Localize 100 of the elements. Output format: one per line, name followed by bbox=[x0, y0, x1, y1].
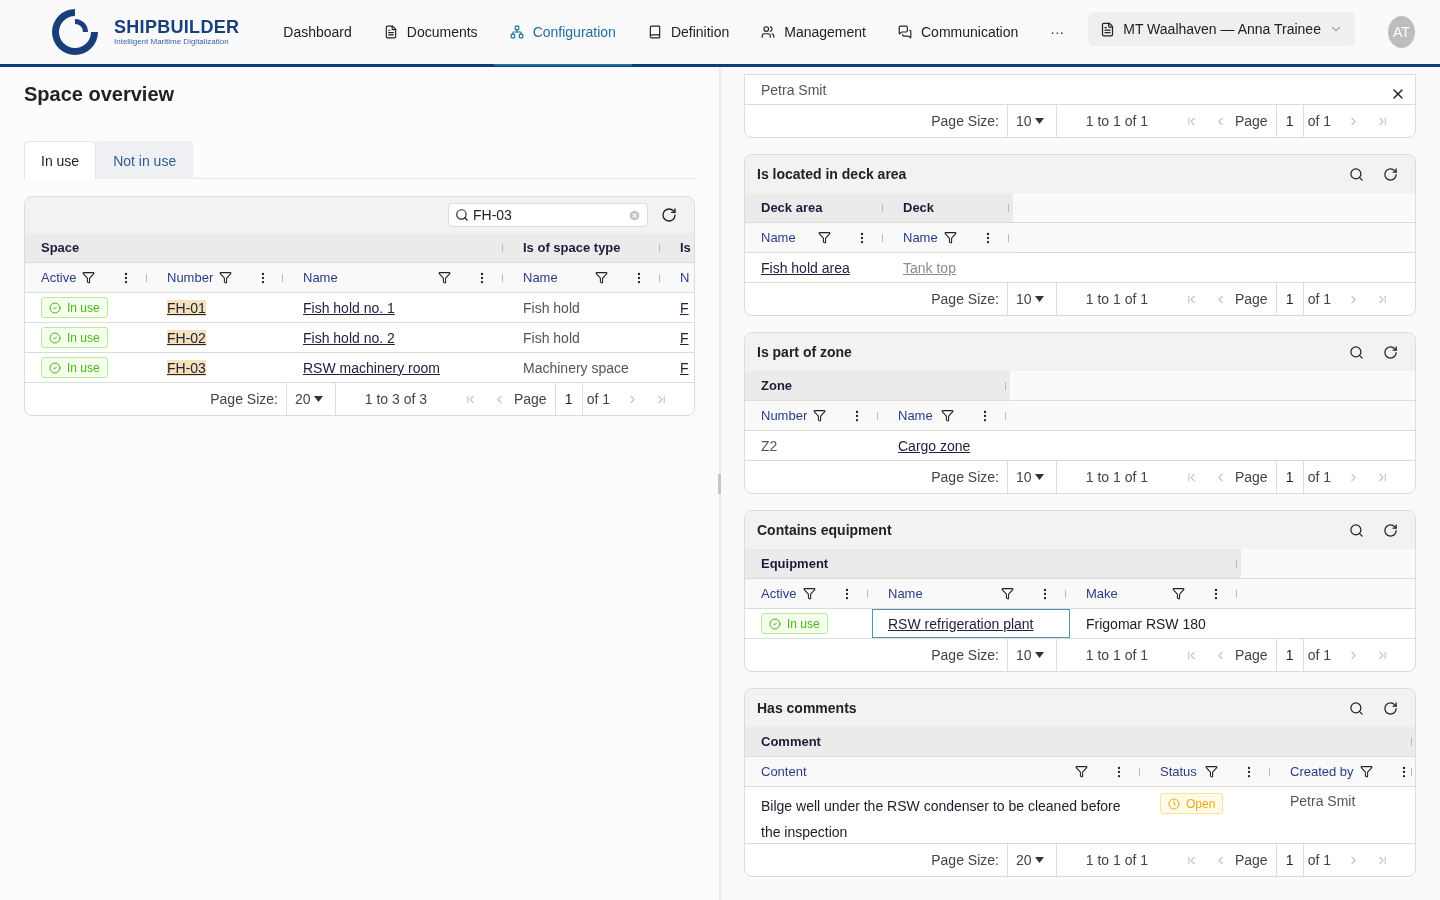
column-header[interactable]: Active bbox=[41, 270, 77, 285]
more-menu[interactable]: ··· bbox=[1034, 0, 1089, 64]
page-field[interactable]: 1 bbox=[554, 383, 583, 415]
page-size-label: Page Size: bbox=[931, 290, 999, 309]
filter-icon[interactable] bbox=[818, 231, 831, 244]
page-size-label: Page Size: bbox=[931, 112, 999, 131]
caret-icon bbox=[1034, 474, 1044, 480]
tab[interactable]: In use bbox=[24, 141, 97, 179]
tab[interactable]: Not in use bbox=[96, 141, 194, 179]
page-field[interactable]: 1 bbox=[1275, 461, 1304, 493]
caret-icon bbox=[1034, 857, 1044, 863]
filter-icon[interactable] bbox=[1075, 765, 1088, 778]
logo-icon bbox=[50, 7, 100, 57]
search-icon[interactable] bbox=[1348, 166, 1364, 182]
name-link[interactable]: RSW refrigeration plant bbox=[888, 615, 1034, 632]
filter-icon[interactable] bbox=[595, 271, 608, 284]
chat-icon bbox=[898, 25, 912, 39]
context-selector[interactable]: MT Waalhaven — Anna Trainee bbox=[1088, 12, 1355, 46]
status-badge: In use bbox=[41, 357, 108, 378]
filter-icon[interactable] bbox=[941, 409, 954, 422]
filter-icon[interactable] bbox=[1001, 587, 1014, 600]
search-icon[interactable] bbox=[1348, 700, 1364, 716]
column-header[interactable]: Number bbox=[761, 408, 808, 423]
filter-icon[interactable] bbox=[82, 271, 96, 284]
filter-icon[interactable] bbox=[1359, 765, 1373, 778]
column-header[interactable]: Name bbox=[898, 408, 933, 423]
book-icon bbox=[647, 25, 662, 39]
status-badge: In use bbox=[41, 327, 108, 348]
brand-name: SHIPBUILDER bbox=[114, 17, 240, 37]
focused-cell[interactable]: RSW refrigeration plant bbox=[872, 609, 1070, 638]
clock-icon bbox=[1168, 797, 1180, 810]
page-label: Page bbox=[1234, 290, 1268, 309]
table-cell: Fish hold bbox=[523, 299, 580, 316]
name-link[interactable]: F bbox=[680, 299, 689, 316]
refresh-icon[interactable] bbox=[1382, 344, 1398, 360]
column-header[interactable]: Name bbox=[761, 230, 796, 245]
name-link[interactable]: Fish hold no. 2 bbox=[303, 329, 395, 346]
nav-item[interactable]: Management bbox=[745, 0, 882, 66]
number-link[interactable]: FH-01 bbox=[167, 299, 206, 316]
page-size-select[interactable]: 10 bbox=[1006, 639, 1057, 671]
name-link[interactable]: Fish hold no. 1 bbox=[303, 299, 395, 316]
nav-item[interactable]: Definition bbox=[631, 0, 746, 66]
page-size-label: Page Size: bbox=[931, 468, 999, 487]
page-size-select[interactable]: 10 bbox=[1006, 283, 1057, 315]
name-link[interactable]: F bbox=[680, 359, 689, 376]
page-field[interactable]: 1 bbox=[1275, 283, 1304, 315]
row-range: 1 to 1 of 1 bbox=[1084, 112, 1150, 131]
caret-icon bbox=[1034, 296, 1044, 302]
search-field[interactable]: FH-03 bbox=[448, 203, 648, 227]
filter-icon[interactable] bbox=[813, 409, 827, 422]
check-circle-icon bbox=[769, 617, 781, 630]
page-label: Page bbox=[1234, 112, 1268, 131]
row-range: 1 to 1 of 1 bbox=[1084, 468, 1150, 487]
filter-icon[interactable] bbox=[1205, 765, 1218, 778]
group-header: Deck bbox=[903, 200, 935, 215]
name-link[interactable]: Cargo zone bbox=[898, 437, 971, 454]
column-header[interactable]: Make bbox=[1086, 586, 1118, 601]
page-field[interactable]: 1 bbox=[1275, 639, 1304, 671]
page-field[interactable]: 1 bbox=[1275, 105, 1304, 137]
number-link[interactable]: FH-03 bbox=[167, 359, 206, 376]
column-header[interactable]: Status bbox=[1160, 764, 1197, 779]
page-size-select[interactable]: 20 bbox=[285, 383, 336, 415]
search-icon[interactable] bbox=[1348, 344, 1364, 360]
filter-icon[interactable] bbox=[438, 271, 451, 284]
filter-icon[interactable] bbox=[1172, 587, 1185, 600]
table-cell: Frigomar RSW 180 bbox=[1086, 615, 1206, 632]
group-header: Comment bbox=[761, 734, 821, 749]
panel-title: Contains equipment bbox=[757, 522, 892, 538]
column-header[interactable]: Name bbox=[888, 586, 923, 601]
page-size-select[interactable]: 10 bbox=[1006, 105, 1057, 137]
number-link[interactable]: FH-02 bbox=[167, 329, 206, 346]
name-link[interactable]: Fish hold area bbox=[761, 259, 850, 276]
column-header[interactable]: Active bbox=[761, 586, 797, 601]
nav-item[interactable]: Documents bbox=[367, 0, 494, 66]
search-icon bbox=[455, 208, 469, 222]
refresh-icon[interactable] bbox=[661, 207, 677, 223]
nav-item[interactable]: Communication bbox=[882, 0, 1035, 66]
column-header[interactable]: Content bbox=[761, 764, 807, 779]
column-header[interactable]: Number bbox=[167, 270, 214, 285]
refresh-icon[interactable] bbox=[1382, 166, 1398, 182]
column-header[interactable]: N bbox=[680, 270, 690, 285]
name-link[interactable]: RSW machinery room bbox=[303, 359, 440, 376]
filter-icon[interactable] bbox=[219, 271, 233, 284]
nav-item[interactable]: Dashboard bbox=[267, 0, 368, 66]
page-size-label: Page Size: bbox=[931, 851, 999, 870]
page-field[interactable]: 1 bbox=[1275, 844, 1304, 876]
name-link[interactable]: Tank top bbox=[903, 259, 956, 276]
name-link[interactable]: F bbox=[680, 329, 689, 346]
filter-icon[interactable] bbox=[803, 587, 816, 600]
table-cell-text: Bilge well under the RSW condenser to be cleaned before the inspection bbox=[761, 797, 1122, 842]
column-header[interactable]: Name bbox=[523, 270, 558, 285]
search-icon[interactable] bbox=[1348, 522, 1364, 538]
filter-icon[interactable] bbox=[944, 231, 957, 244]
page-size-select[interactable]: 20 bbox=[1006, 844, 1057, 876]
refresh-icon[interactable] bbox=[1382, 522, 1398, 538]
refresh-icon[interactable] bbox=[1382, 700, 1398, 716]
page-size-select[interactable]: 10 bbox=[1006, 461, 1057, 493]
column-header[interactable]: Name bbox=[903, 230, 938, 245]
row-range: 1 to 1 of 1 bbox=[1084, 851, 1150, 870]
column-header[interactable]: Name bbox=[303, 270, 338, 285]
